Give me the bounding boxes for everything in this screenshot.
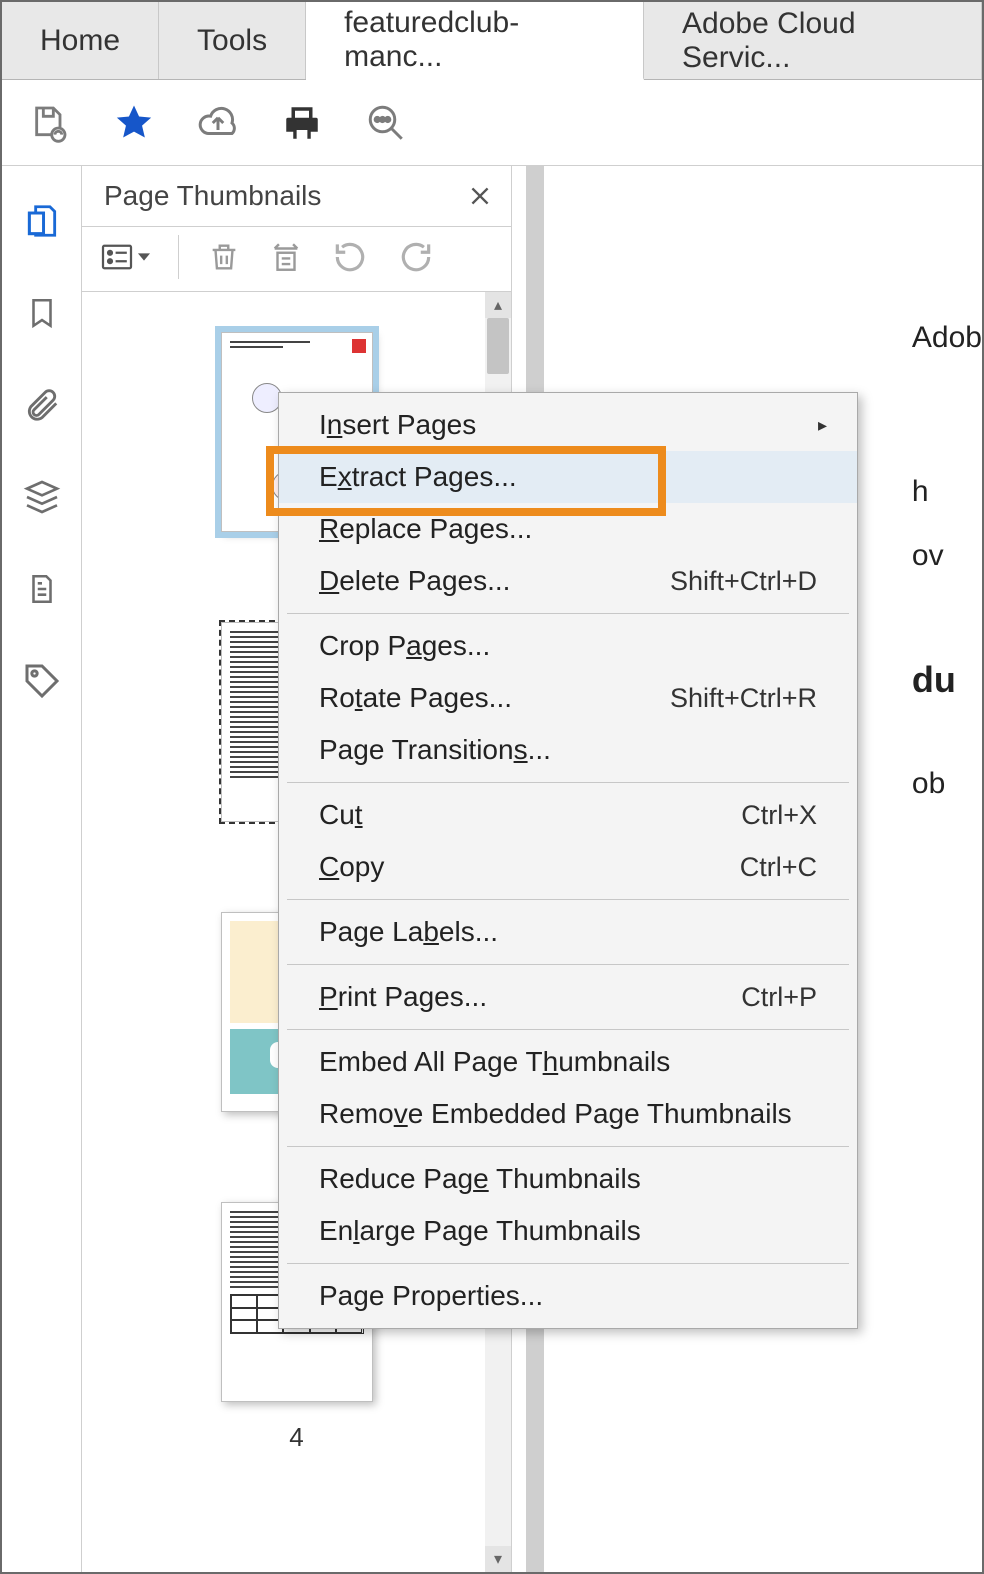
layers-nav-icon[interactable] — [21, 476, 63, 518]
menu-cut[interactable]: Cut Ctrl+X — [279, 789, 857, 841]
menu-separator — [287, 1146, 849, 1147]
menu-delete-pages[interactable]: Delete Pages... Shift+Ctrl+D — [279, 555, 857, 607]
attachment-nav-icon[interactable] — [21, 384, 63, 426]
menu-remove-embedded-thumbnails[interactable]: Remove Embedded Page Thumbnails — [279, 1088, 857, 1140]
menu-replace-pages[interactable]: Replace Pages... — [279, 503, 857, 555]
tab-document-1[interactable]: featuredclub-manc... — [306, 2, 644, 80]
document-content: Adob h ov du ob — [912, 306, 982, 816]
panel-title: Page Thumbnails — [104, 180, 321, 212]
scroll-up-icon[interactable]: ▴ — [485, 292, 511, 318]
bookmark-nav-icon[interactable] — [21, 292, 63, 334]
options-menu-icon[interactable] — [100, 243, 150, 271]
menu-enlarge-thumbnails[interactable]: Enlarge Page Thumbnails — [279, 1205, 857, 1257]
scroll-down-icon[interactable]: ▾ — [485, 1546, 511, 1572]
menu-page-labels[interactable]: Page Labels... — [279, 906, 857, 958]
menu-page-transitions[interactable]: Page Transitions... — [279, 724, 857, 776]
menu-shortcut: Shift+Ctrl+R — [670, 683, 817, 714]
tab-bar: Home Tools featuredclub-manc... Adobe Cl… — [2, 2, 982, 80]
menu-separator — [287, 899, 849, 900]
rotate-cw-icon[interactable] — [397, 238, 435, 276]
menu-separator — [287, 1263, 849, 1264]
menu-separator — [287, 613, 849, 614]
page-number-label: 4 — [82, 1422, 511, 1453]
organize-icon[interactable] — [269, 238, 303, 276]
menu-separator — [287, 964, 849, 965]
tag-nav-icon[interactable] — [21, 660, 63, 702]
thumbnails-nav-icon[interactable] — [21, 200, 63, 242]
menu-insert-pages[interactable]: Insert Pages ▸ — [279, 399, 857, 451]
menu-page-properties[interactable]: Page Properties... — [279, 1270, 857, 1322]
left-nav — [2, 166, 82, 1572]
menu-embed-thumbnails[interactable]: Embed All Page Thumbnails — [279, 1036, 857, 1088]
panel-toolbar — [82, 227, 511, 292]
find-icon[interactable] — [364, 101, 408, 145]
star-icon[interactable] — [112, 101, 156, 145]
menu-shortcut: Ctrl+X — [741, 800, 817, 831]
upload-cloud-icon[interactable] — [196, 101, 240, 145]
scroll-grip[interactable] — [487, 318, 509, 374]
close-panel-icon[interactable] — [467, 183, 493, 209]
tab-home[interactable]: Home — [2, 2, 159, 79]
menu-shortcut: Ctrl+P — [741, 982, 817, 1013]
page-nav-icon[interactable] — [21, 568, 63, 610]
delete-icon[interactable] — [207, 238, 241, 276]
tab-tools[interactable]: Tools — [159, 2, 306, 79]
menu-shortcut: Ctrl+C — [740, 852, 817, 883]
menu-print-pages[interactable]: Print Pages... Ctrl+P — [279, 971, 857, 1023]
menu-copy[interactable]: Copy Ctrl+C — [279, 841, 857, 893]
menu-reduce-thumbnails[interactable]: Reduce Page Thumbnails — [279, 1153, 857, 1205]
submenu-arrow-icon: ▸ — [818, 415, 827, 436]
context-menu: Insert Pages ▸ Extract Pages... Replace … — [278, 392, 858, 1329]
tab-document-2[interactable]: Adobe Cloud Servic... — [644, 2, 982, 79]
menu-rotate-pages[interactable]: Rotate Pages... Shift+Ctrl+R — [279, 672, 857, 724]
menu-shortcut: Shift+Ctrl+D — [670, 566, 817, 597]
rotate-ccw-icon[interactable] — [331, 238, 369, 276]
print-icon[interactable] — [280, 101, 324, 145]
main-toolbar — [2, 80, 982, 166]
save-cloud-icon[interactable] — [28, 101, 72, 145]
menu-extract-pages[interactable]: Extract Pages... — [279, 451, 857, 503]
separator — [178, 235, 179, 279]
menu-crop-pages[interactable]: Crop Pages... — [279, 620, 857, 672]
menu-separator — [287, 1029, 849, 1030]
menu-separator — [287, 782, 849, 783]
